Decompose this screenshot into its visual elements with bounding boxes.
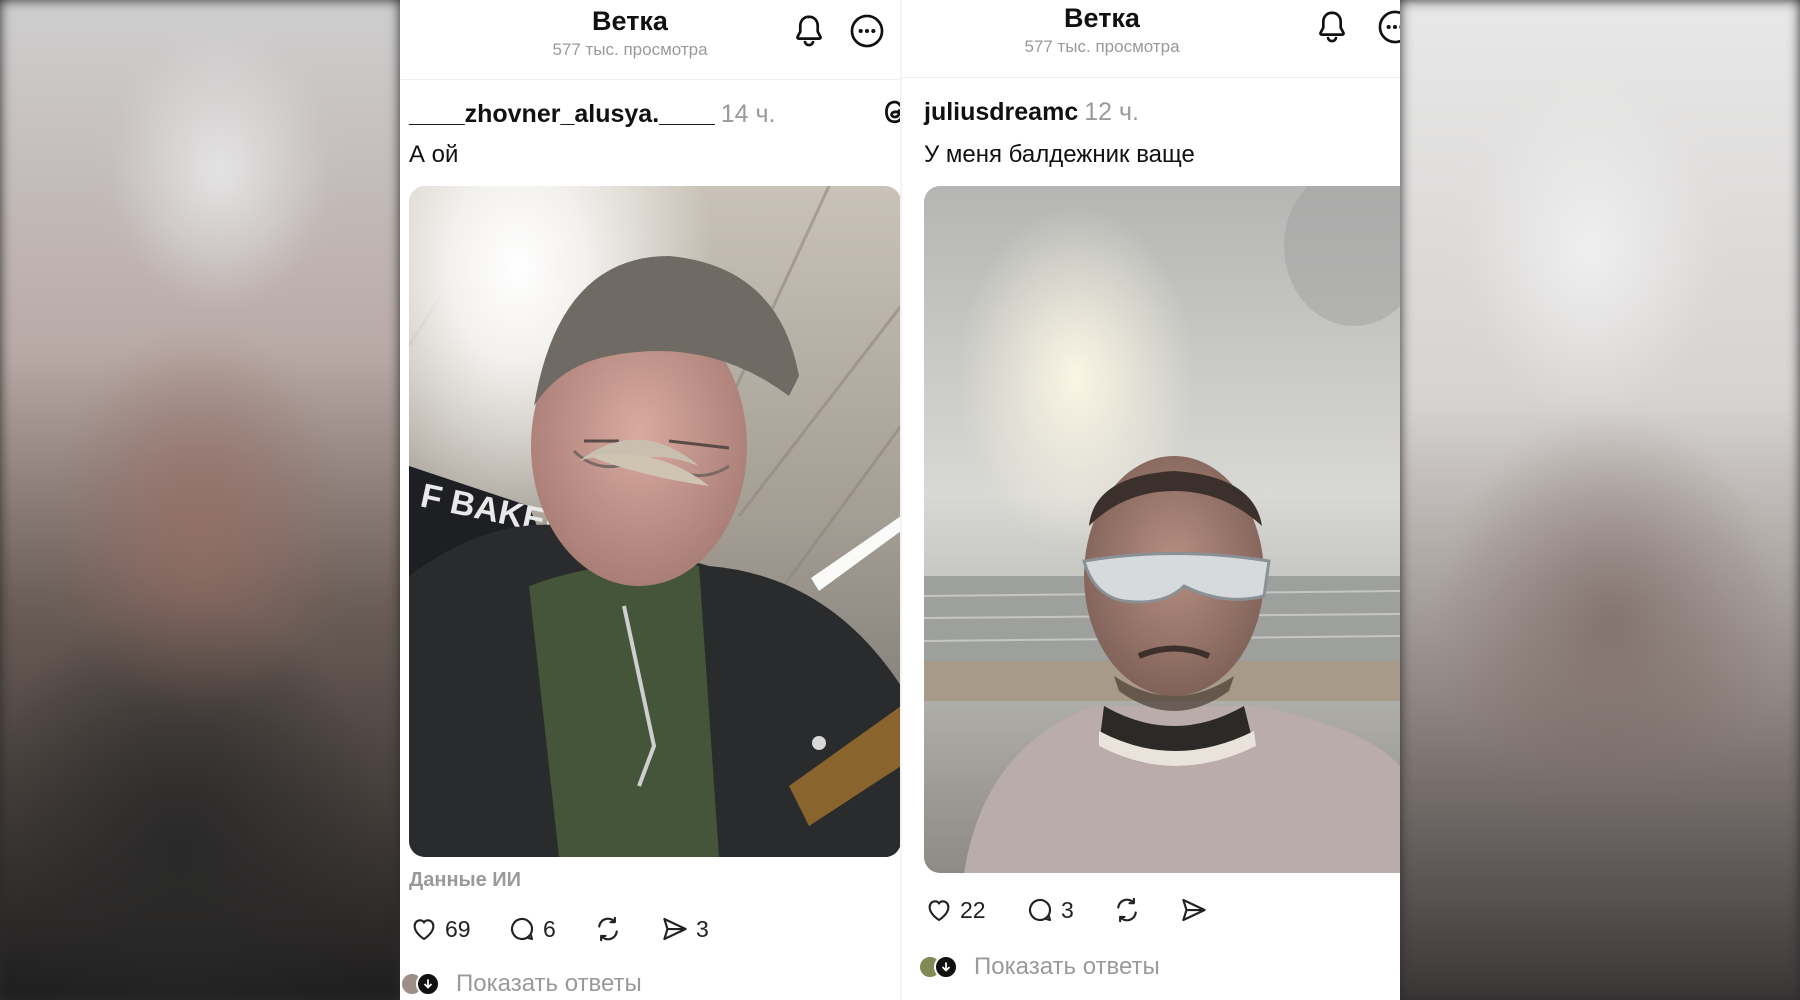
like-button[interactable]: 22: [924, 893, 986, 927]
selfie-image: F BAKER: [409, 186, 901, 857]
thread-header: Ветка 577 тыс. просмотра: [400, 0, 902, 80]
thread-header: Ветка 577 тыс. просмотра: [902, 0, 1400, 78]
expand-replies-icon: [416, 972, 440, 996]
bell-icon[interactable]: [1313, 8, 1351, 46]
share-button[interactable]: [1179, 893, 1209, 927]
comment-button[interactable]: 3: [1025, 893, 1074, 927]
post-actions: 69 6 3: [409, 912, 899, 946]
post-time: 12 ч.: [1084, 98, 1139, 126]
show-replies-text: Показать ответы: [974, 953, 1160, 980]
heart-icon: [413, 919, 435, 941]
share-button[interactable]: 3: [660, 912, 709, 946]
post-photo[interactable]: F BAKER: [409, 186, 901, 857]
post-time: 14 ч.: [720, 100, 776, 128]
post-meta: juliusdreamc 12 ч.: [924, 98, 1139, 127]
expand-replies-icon: [934, 955, 958, 979]
show-replies-link[interactable]: Показать ответы: [400, 969, 642, 999]
thread-panel-left: Ветка 577 тыс. просмотра ____zhovner_alu…: [400, 0, 902, 1000]
comment-count: 6: [543, 915, 556, 942]
post-username[interactable]: ____zhovner_alusya.____: [409, 100, 715, 128]
blurred-background-right: [1400, 0, 1800, 1000]
send-icon: [663, 917, 687, 941]
thread-views: 577 тыс. просмотра: [1024, 37, 1180, 56]
ai-info-label[interactable]: Данные ИИ: [409, 869, 521, 892]
selfie-image: [924, 186, 1400, 873]
repost-button[interactable]: [593, 912, 623, 946]
more-options-icon[interactable]: [848, 12, 886, 50]
post-text: У меня балдежник ваще: [924, 141, 1195, 168]
comment-icon: [1028, 898, 1052, 922]
comment-count: 3: [1061, 896, 1074, 923]
bell-icon[interactable]: [790, 12, 828, 50]
repost-icon: [1117, 897, 1137, 923]
comment-button[interactable]: 6: [507, 912, 556, 946]
more-options-icon[interactable]: [1376, 8, 1400, 46]
post-meta: ____zhovner_alusya.____ 14 ч.: [409, 100, 776, 129]
heart-icon: [928, 900, 950, 922]
share-count: 3: [696, 915, 709, 942]
thread-panel-right: Ветка 577 тыс. просмотра juliusdreamc 12 …: [902, 0, 1400, 1000]
repost-button[interactable]: [1112, 893, 1142, 927]
post-photo[interactable]: [924, 186, 1400, 873]
blurred-background-left: [0, 0, 400, 1000]
post-actions: 22 3: [924, 893, 1394, 927]
send-icon: [1182, 898, 1206, 922]
like-button[interactable]: 69: [409, 912, 471, 946]
show-replies-text: Показать ответы: [456, 970, 642, 997]
comment-icon: [510, 917, 534, 941]
repost-icon: [598, 916, 618, 942]
post-text: А ой: [409, 141, 459, 168]
show-replies-link[interactable]: Показать ответы: [918, 952, 1160, 982]
thread-title: Ветка: [1064, 3, 1140, 33]
like-count: 22: [960, 896, 986, 923]
like-count: 69: [445, 915, 471, 942]
threads-logo-icon: [885, 100, 902, 124]
post-username[interactable]: juliusdreamc: [924, 98, 1078, 126]
